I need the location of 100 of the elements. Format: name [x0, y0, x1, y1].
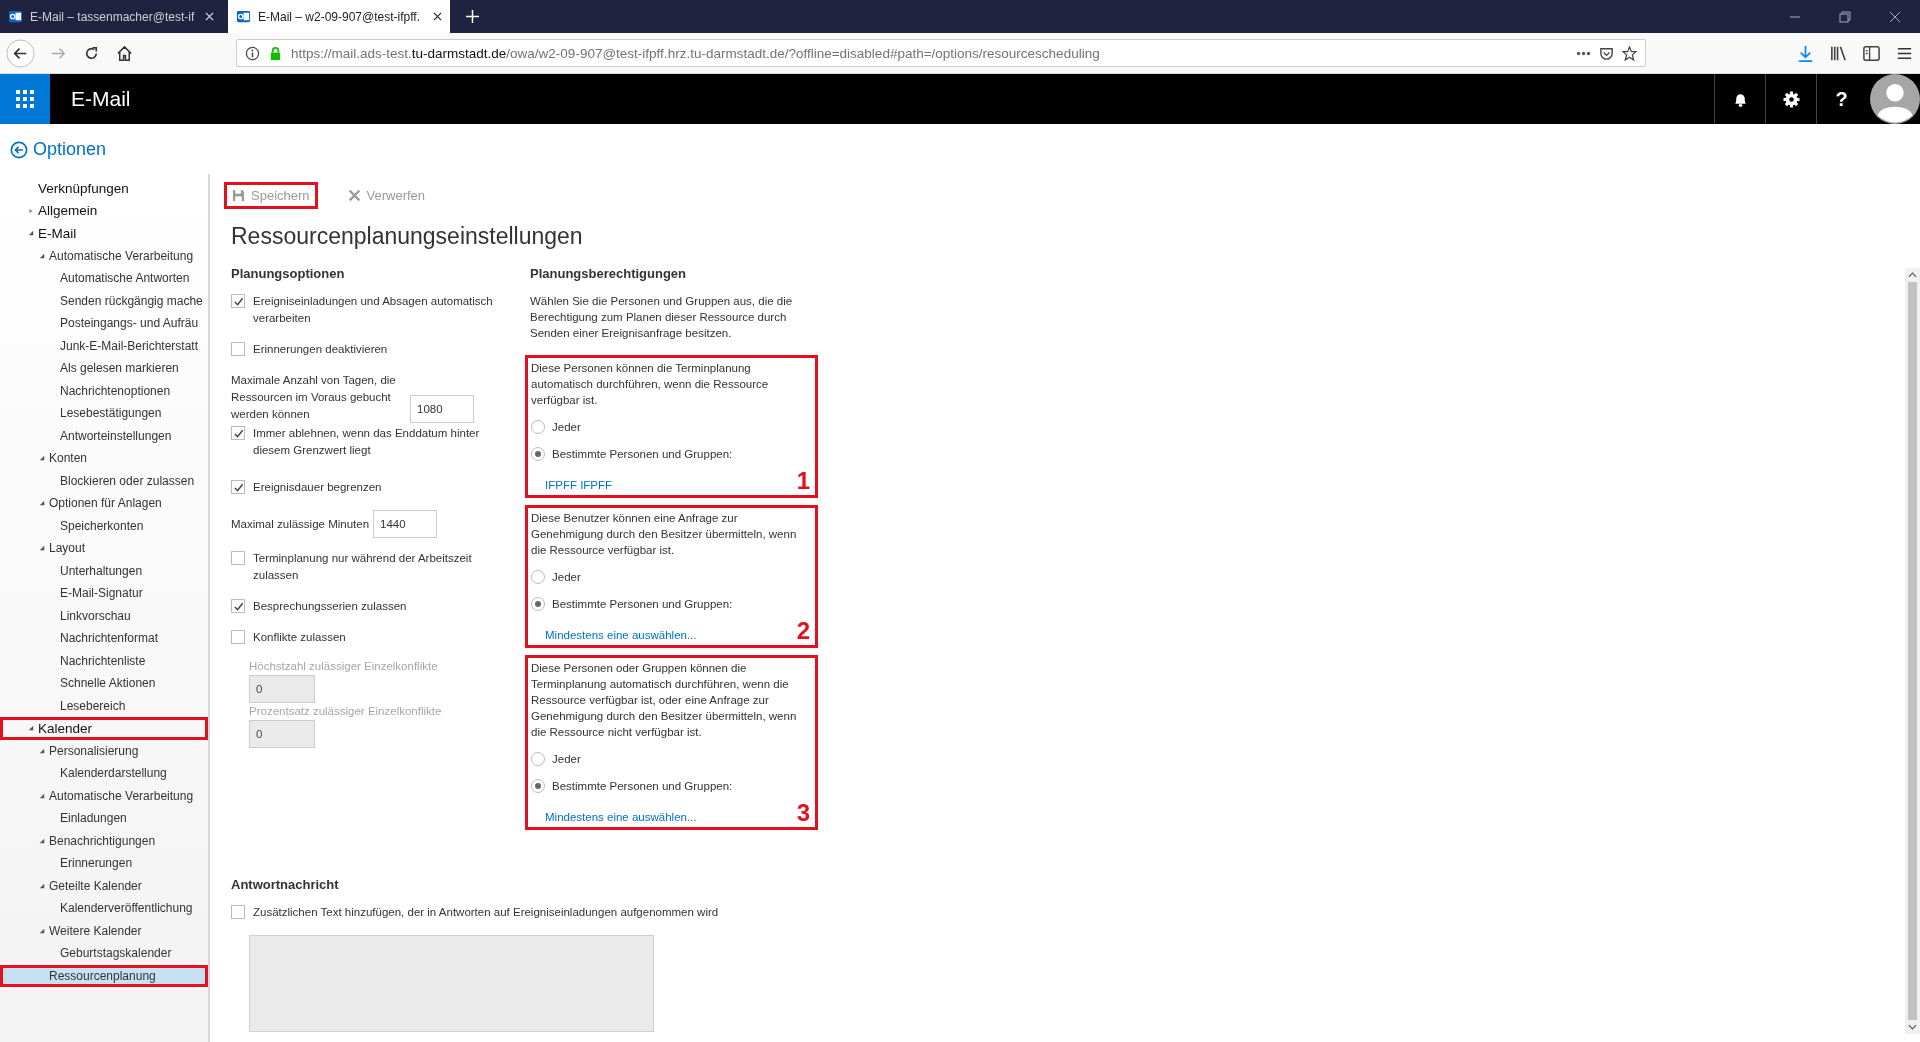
url-text: https://mail.ads-test.tu-darmstadt.de/owa/w2-09-907@test-ifpff.hrz.tu-darmstadt.de/?offline=disabled#path=/options/resourcescheduling [291, 45, 1100, 61]
back-link[interactable]: Optionen [0, 124, 210, 158]
sidebar-item[interactable]: Einladungen [0, 807, 208, 830]
sidebar-item[interactable]: Automatische Verarbeitung [0, 244, 208, 267]
sidebar-item[interactable]: Benachrichtigungen [0, 829, 208, 852]
sidebar-item[interactable]: Antworteinstellungen [0, 424, 208, 447]
checkbox[interactable] [231, 551, 245, 565]
back-title: Optionen [33, 139, 107, 160]
avatar-icon[interactable] [1870, 74, 1920, 124]
expanded-triangle-icon[interactable] [39, 837, 45, 844]
expanded-triangle-icon[interactable] [28, 725, 34, 732]
sidebar-item[interactable]: Personalisierung [0, 739, 208, 762]
checkbox[interactable] [231, 599, 245, 613]
people-link[interactable]: Mindestens eine auswählen... [545, 809, 697, 825]
expanded-triangle-icon[interactable] [39, 792, 45, 799]
field-label: Maximal zulässige Minuten [231, 516, 370, 532]
group-description: Diese Personen können die Terminplanung automatisch durchführen, wenn die Ressource verfügbar ist. [531, 361, 770, 408]
number-field[interactable]: 1440 [373, 510, 438, 538]
people-link[interactable]: Mindestens eine auswählen... [545, 627, 697, 643]
sidebar-item[interactable]: Junk-E-Mail-Berichterstatt [0, 334, 208, 357]
restore-icon[interactable] [1839, 10, 1851, 23]
sidebar-item[interactable]: Nachrichtenformat [0, 627, 208, 650]
sidebar-item[interactable]: Automatische Antworten [0, 267, 208, 290]
star-icon[interactable] [1622, 45, 1637, 61]
sidebar-item[interactable]: Lesebestätigungen [0, 402, 208, 425]
sidebar-item[interactable]: E-Mail [0, 222, 208, 245]
scrollbar-thumb[interactable] [1908, 282, 1917, 1020]
people-link[interactable]: IFPFF IFPFF [545, 477, 613, 493]
address-field[interactable]: https://mail.ads-test.tu-darmstadt.de/owa/w2-09-907@test-ifpff.hrz.tu-darmstadt.de/?offline=disabled#path=/options/resourcescheduling [236, 39, 1646, 67]
checkbox[interactable] [231, 426, 245, 440]
sidebar-item[interactable]: Geteilte Kalender [0, 874, 208, 897]
sidebar-item[interactable]: Schnelle Aktionen [0, 672, 208, 695]
sidebar-item[interactable]: Layout [0, 537, 208, 560]
sidebar-item[interactable]: Kalenderveröffentlichung [0, 897, 208, 920]
sidebar-item[interactable]: Konten [0, 447, 208, 470]
sidebar-item[interactable]: Ressourcenplanung [0, 964, 208, 987]
expanded-triangle-icon[interactable] [39, 545, 45, 552]
checkbox-label: Besprechungsserien zulassen [253, 599, 407, 614]
checkbox-label: Immer ablehnen, wenn das Enddatum hinter diesem Grenzwert liegt [253, 426, 481, 458]
back-icon[interactable] [6, 38, 35, 68]
sidebar-item[interactable]: Linkvorschau [0, 604, 208, 627]
expanded-triangle-icon[interactable] [39, 747, 45, 754]
field-label: Prozentsatz zulässiger Einzelkonflikte [249, 705, 443, 717]
checkbox[interactable] [231, 294, 245, 308]
checkbox[interactable] [231, 480, 245, 494]
description-text: Wählen Sie die Personen und Gruppen aus, die die Berechtigung zum Planen dieser Ressource durch Senden einer Ereignisanfrage besitzen. [530, 294, 794, 341]
annotation-number: 1 [796, 469, 810, 493]
sidebar-item[interactable]: Senden rückgängig mache [0, 289, 208, 312]
sidebar-item[interactable]: Optionen für Anlagen [0, 492, 208, 515]
expanded-triangle-icon[interactable] [39, 455, 45, 462]
sidebar-item[interactable]: Unterhaltungen [0, 559, 208, 582]
sidebar-item[interactable]: Lesebereich [0, 694, 208, 717]
sidebar-item[interactable]: E-Mail-Signatur [0, 582, 208, 605]
sidebar-item[interactable]: Nachrichtenoptionen [0, 379, 208, 402]
scroll-down-icon[interactable] [1908, 1024, 1917, 1030]
sidebar-item[interactable]: Weitere Kalender [0, 919, 208, 942]
field-label: Höchstzahl zulässiger Einzelkonflikte [249, 660, 439, 672]
radio-label: Bestimmte Personen und Gruppen: [552, 446, 733, 462]
checkbox[interactable] [231, 630, 245, 644]
checkbox[interactable] [231, 905, 245, 919]
checkbox-label: Ereigniseinladungen und Absagen automatisch verarbeiten [253, 294, 494, 326]
pocket-icon[interactable] [1599, 45, 1614, 61]
expanded-triangle-icon[interactable] [39, 927, 45, 934]
expanded-triangle-icon[interactable] [39, 252, 45, 259]
checkbox[interactable] [231, 342, 245, 356]
collapsed-triangle-icon[interactable] [28, 207, 34, 214]
sidebar-item[interactable]: Speicherkonten [0, 514, 208, 537]
sidebar-item[interactable]: Posteingangs- und Aufräu [0, 312, 208, 335]
new-tab-icon[interactable] [466, 10, 479, 23]
browser-tab[interactable]: E-Mail – tassenmacher@test-if [0, 0, 222, 33]
radio-label: Jeder [552, 419, 581, 435]
expanded-triangle-icon[interactable] [39, 882, 45, 889]
sidebar-item[interactable]: Automatische Verarbeitung [0, 784, 208, 807]
sidebar-item[interactable]: Kalenderdarstellung [0, 762, 208, 785]
expanded-triangle-icon[interactable] [28, 230, 34, 237]
section-heading: Planungsoptionen [231, 266, 346, 281]
settings-icon [1782, 90, 1800, 108]
number-field[interactable]: 1080 [410, 395, 474, 423]
close-icon[interactable] [433, 12, 442, 21]
grid-icon [16, 90, 34, 108]
sidebar-item[interactable]: Als gelesen markieren [0, 357, 208, 380]
sidebar-item[interactable]: Kalender [0, 717, 208, 740]
browser-tab[interactable]: E-Mail – w2-09-907@test-ifpff. [228, 0, 450, 33]
sidebar-item[interactable]: Allgemein [0, 199, 208, 222]
radio-label: Bestimmte Personen und Gruppen: [552, 596, 733, 612]
scroll-up-icon[interactable] [1908, 272, 1917, 278]
app-launcher-button[interactable] [0, 74, 50, 124]
expanded-triangle-icon[interactable] [39, 500, 45, 507]
sidebar-item[interactable]: Verknüpfungen [0, 177, 208, 200]
scrollbar[interactable] [1905, 268, 1920, 1034]
sidebar-item[interactable]: Nachrichtenliste [0, 649, 208, 672]
sidebar-item[interactable]: Geburtstagskalender [0, 942, 208, 965]
home-icon[interactable] [115, 43, 134, 63]
group-description: Diese Personen oder Gruppen können die Terminplanung automatisch durchführen, wenn die Ressource verfügbar ist, oder eine Anfrage zur Genehmigung durch den Besitzer übermitteln, wenn die Ressource nicht verfügbar ist. [531, 661, 798, 740]
download-icon[interactable] [1796, 43, 1815, 63]
sidebar-item[interactable]: Erinnerungen [0, 852, 208, 875]
sidebar-item[interactable]: Blockieren oder zulassen [0, 469, 208, 492]
close-icon[interactable] [1889, 10, 1901, 23]
checkbox-label: Erinnerungen deaktivieren [253, 342, 388, 357]
sidebar-icon[interactable] [1862, 43, 1881, 63]
